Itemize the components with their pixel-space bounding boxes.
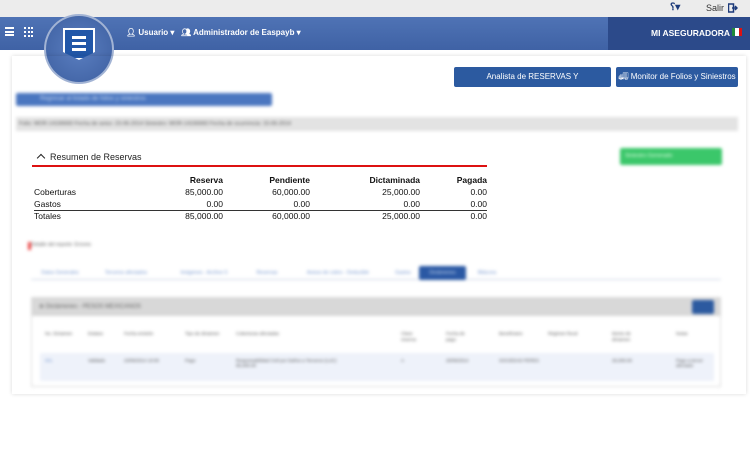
grid-header: Clave reserva	[401, 331, 417, 342]
grid-cell: SOCIEDAD PERES	[499, 358, 540, 363]
monitor-folios-label: Monitor de Folios y Siniestros	[630, 72, 736, 81]
user-menu[interactable]: 👤︎ Usuario ▾	[126, 28, 174, 37]
grid-cell: Pago a tercer afectado	[676, 358, 704, 368]
admin-menu[interactable]: 👥︎ Administrador de Easpayb ▾	[181, 28, 301, 37]
grid-cell: Pago	[185, 358, 196, 363]
reservas-table: Reserva Pendiente Dictaminada Pagada Cob…	[34, 174, 487, 222]
mexico-flag-icon[interactable]	[732, 28, 742, 36]
table-cell: 0.00	[470, 187, 487, 197]
tab-bitacora[interactable]: Bitácora	[468, 266, 506, 280]
grid-cell: 25,000.00	[612, 358, 633, 363]
folio-info-strip: Folio: MOR-14166660 Fecha de aviso: 23-0…	[16, 117, 738, 131]
grid-cell: 25/06/2014	[446, 358, 469, 363]
user-menu-label: Usuario	[138, 28, 169, 37]
table-cell: 0.00	[293, 198, 310, 209]
tab-dictamenes[interactable]: Dictámenes	[419, 266, 466, 280]
siniestro-generado-button[interactable]: Siniestro Generado	[620, 148, 722, 165]
tab-avisos-cobro[interactable]: Avisos de cobro - Deducible	[289, 266, 387, 280]
table-cell: 60,000.00	[223, 209, 310, 222]
grid-header: Beneficiario	[499, 331, 523, 336]
top-utility-bar: ⸮▾ Salir	[0, 0, 750, 17]
grid-header: Fecha de pago	[446, 331, 465, 342]
grid-header: Coberturas afectadas	[236, 331, 280, 336]
row-label: Gastos	[34, 198, 61, 209]
detail-tabs: Datos Generales Terceros afectados Imáge…	[31, 266, 721, 280]
resumen-underline	[32, 165, 487, 167]
grid-header: Estatus	[88, 331, 104, 336]
grid-cell: Responsabilidad Civil por Daños a Tercer…	[236, 358, 337, 368]
panel-header[interactable]: ⊕ Dictámenes - PESOS MEXICANOS	[32, 298, 720, 316]
exit-icon[interactable]	[728, 3, 738, 13]
panel-title: Dictámenes - PESOS MEXICANOS	[45, 304, 142, 310]
tab-datos-generales[interactable]: Datos Generales	[31, 266, 89, 280]
grid-cell: 23/06/2014 10:00	[124, 358, 160, 363]
chevron-up-icon	[36, 153, 46, 163]
tab-gastos[interactable]: Gastos	[389, 266, 417, 280]
table-cell: 85,000.00	[94, 209, 223, 222]
grid-header: No. Dictamen	[45, 331, 73, 336]
grid-header: Fecha emisión	[124, 331, 154, 336]
hamburger-menu-icon[interactable]	[5, 27, 14, 36]
column-header: Reserva	[189, 175, 223, 185]
company-name: MI ASEGURADORA	[651, 28, 731, 38]
tab-imagenes[interactable]: Imágenes - Archivo 5	[163, 266, 245, 280]
table-cell: 0.00	[206, 198, 223, 209]
resumen-title: Resumen de Reservas	[50, 152, 142, 162]
grid-header: Tipo de dictamen	[185, 331, 220, 336]
table-cell: 25,000.00	[310, 209, 420, 222]
grid-cell: Validado	[88, 358, 106, 363]
totals-row: Totales 85,000.00 60,000.00 25,000.00 0.…	[34, 209, 487, 222]
apps-grid-icon[interactable]	[24, 27, 34, 37]
table-row: Coberturas 85,000.00 60,000.00 25,000.00…	[34, 186, 487, 198]
tab-reservas[interactable]: Reservas	[247, 266, 287, 280]
grid-header: Régimen fiscal	[548, 331, 578, 336]
row-label: Coberturas	[34, 187, 77, 197]
table-row: Gastos 0.00 0.00 0.00 0.00	[34, 198, 487, 210]
column-header: Dictaminada	[369, 175, 420, 185]
table-cell: 0.00	[420, 209, 487, 222]
table-cell: 60,000.00	[272, 187, 310, 197]
column-header: Pendiente	[269, 175, 310, 185]
admin-menu-label: Administrador de Easpayb	[193, 28, 295, 37]
monitor-folios-button[interactable]: 🚚︎ Monitor de Folios y Siniestros	[616, 67, 738, 87]
logout-link[interactable]: Salir	[706, 3, 724, 13]
alert-message: Detalle del reporte: Errores	[27, 242, 92, 250]
table-cell: 0.00	[403, 198, 420, 209]
grid-header: Notas	[676, 331, 688, 336]
tab-terceros[interactable]: Terceros afectados	[91, 266, 161, 280]
table-header-row: Reserva Pendiente Dictaminada Pagada	[34, 174, 487, 186]
help-menu[interactable]: ⸮▾	[670, 2, 680, 13]
table-cell: 25,000.00	[382, 187, 420, 197]
resumen-toggle[interactable]: Resumen de Reservas	[36, 152, 142, 163]
analista-reservas-button[interactable]: Analista de RESERVAS Y DICTAMINACION	[454, 67, 611, 100]
table-cell: 0.00	[470, 198, 487, 209]
table-cell: 85,000.00	[185, 187, 223, 197]
column-header	[34, 174, 94, 186]
grid-cell[interactable]: 001	[45, 358, 75, 363]
row-label: Totales	[34, 209, 94, 222]
grid-cell: A	[401, 358, 405, 363]
grid-header: Monto de dictamen	[612, 331, 631, 342]
return-to-list-button[interactable]: Regresar al listado de folios y siniestr…	[16, 93, 272, 106]
add-dictamen-button[interactable]	[692, 300, 714, 314]
column-header: Pagada	[456, 175, 487, 185]
